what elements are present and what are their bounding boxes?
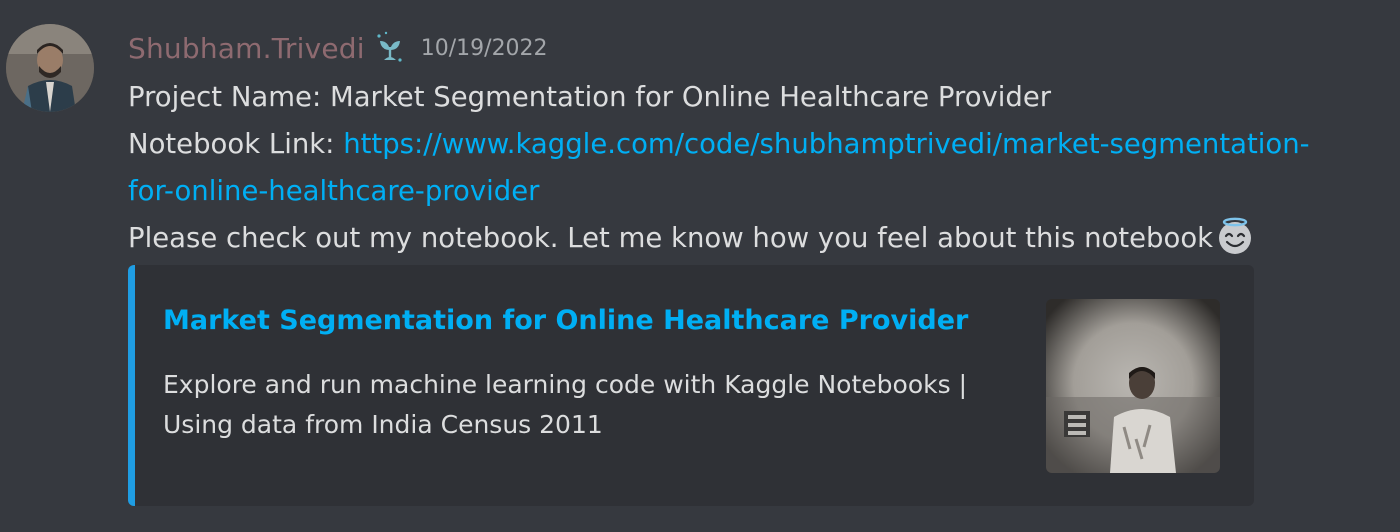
chat-message: Shubham.Trivedi 10/19/2022 Project Name:…: [0, 0, 1400, 532]
message-timestamp: 10/19/2022: [420, 35, 548, 61]
embed-description: Explore and run machine learning code wi…: [163, 365, 1003, 445]
project-name-line: Project Name: Market Segmentation for On…: [128, 81, 1052, 113]
notebook-link-line: Notebook Link: https://www.kaggle.com/co…: [128, 121, 1388, 168]
notebook-link-continued[interactable]: for-online-healthcare-provider: [128, 175, 539, 207]
link-embed: Market Segmentation for Online Healthcar…: [128, 265, 1254, 506]
avatar-photo-icon: [6, 24, 94, 112]
notebook-link-label: Notebook Link:: [128, 128, 344, 160]
embed-title[interactable]: Market Segmentation for Online Healthcar…: [163, 305, 968, 336]
closing-line: Please check out my notebook. Let me kno…: [128, 215, 1388, 262]
message-header: Shubham.Trivedi 10/19/2022: [128, 28, 548, 68]
embed-description-line-1: Explore and run machine learning code wi…: [163, 370, 967, 399]
sprout-badge-icon[interactable]: [373, 30, 407, 66]
closing-text: Please check out my notebook. Let me kno…: [128, 222, 1214, 254]
author-username[interactable]: Shubham.Trivedi: [128, 32, 365, 65]
embed-description-line-2: Using data from India Census 2011: [163, 410, 603, 439]
user-avatar[interactable]: [6, 24, 94, 112]
smiling-face-with-halo-icon[interactable]: [1215, 216, 1255, 256]
notebook-link-continuation: for-online-healthcare-provider: [128, 168, 1388, 215]
notebook-link[interactable]: https://www.kaggle.com/code/shubhamptriv…: [343, 128, 1309, 160]
message-content: Project Name: Market Segmentation for On…: [128, 74, 1388, 262]
embed-thumbnail[interactable]: [1046, 299, 1220, 473]
profile-photo-thumbnail-icon: [1046, 299, 1220, 473]
